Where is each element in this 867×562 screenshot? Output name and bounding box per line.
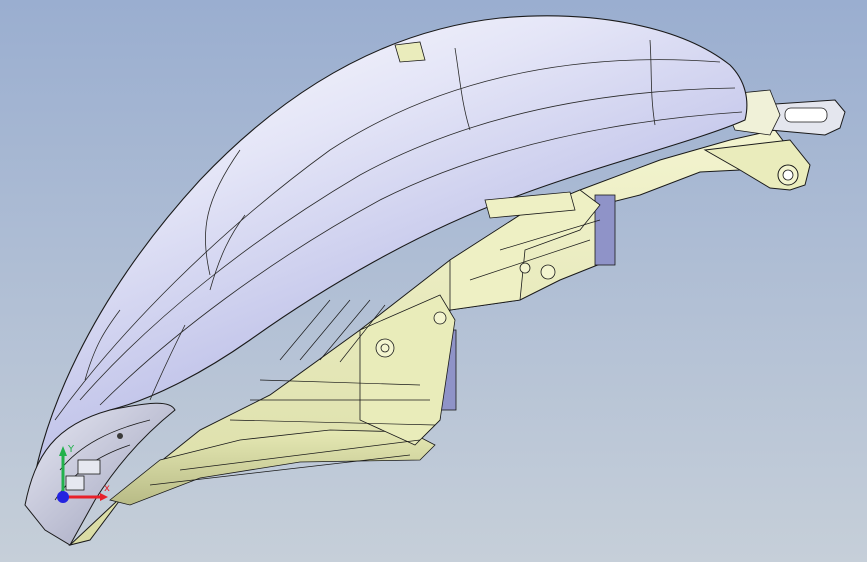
- z-axis-dot: [57, 491, 69, 503]
- headlamp-model[interactable]: x Y: [0, 0, 867, 562]
- x-axis-arrowhead: [100, 493, 108, 501]
- cad-viewport[interactable]: x Y: [0, 0, 867, 562]
- x-axis-label: x: [104, 483, 110, 494]
- top-clip: [394, 41, 426, 63]
- y-axis-label: Y: [67, 444, 75, 455]
